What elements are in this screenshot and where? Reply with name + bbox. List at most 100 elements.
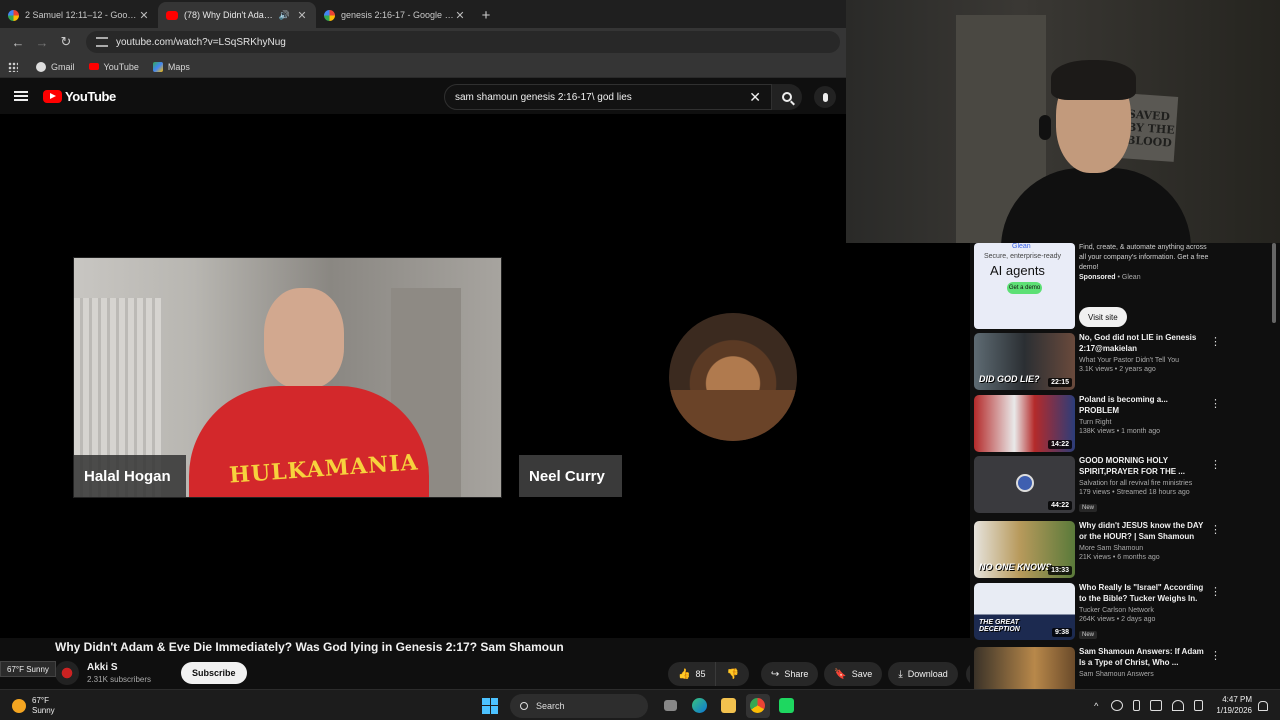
- video-thumbnail[interactable]: 14:22: [974, 395, 1075, 452]
- clear-search-icon[interactable]: ✕: [749, 89, 761, 106]
- list-item[interactable]: DID GOD LIE? 22:15 No, God did not LIE i…: [974, 333, 1274, 391]
- visit-site-button[interactable]: Visit site: [1079, 307, 1127, 327]
- bookmark-gmail[interactable]: Gmail: [36, 61, 75, 72]
- search-input[interactable]: sam shamoun genesis 2:16-17\ god lies ✕: [444, 84, 772, 110]
- channel-name[interactable]: Akki S: [87, 662, 151, 673]
- share-button[interactable]: ↪ Share: [760, 662, 819, 686]
- display-icon[interactable]: [1150, 700, 1163, 711]
- search-button[interactable]: [772, 84, 802, 110]
- more-vert-icon[interactable]: ⋮: [1210, 458, 1221, 471]
- channel-name[interactable]: Tucker Carlson Network: [1079, 607, 1209, 614]
- thumbnail-text: DID GOD LIE?: [979, 374, 1040, 384]
- video-title[interactable]: Poland is becoming a... PROBLEM: [1079, 395, 1209, 417]
- sponsored-ad[interactable]: Glean Secure, enterprise-ready AI agents…: [974, 243, 1274, 329]
- address-bar[interactable]: youtube.com/watch?v=LSqSRKhyNug: [86, 31, 840, 53]
- more-vert-icon[interactable]: ⋮: [1210, 523, 1221, 536]
- recommendations-sidebar: Glean Secure, enterprise-ready AI agents…: [970, 243, 1280, 689]
- more-vert-icon[interactable]: ⋮: [1210, 585, 1221, 598]
- video-title[interactable]: Sam Shamoun Answers: If Adam Is a Type o…: [1079, 647, 1209, 669]
- video-thumbnail[interactable]: NO ONE KNOWS 13:33: [974, 521, 1075, 578]
- like-button[interactable]: 👍 85: [668, 662, 717, 686]
- voice-search-button[interactable]: [814, 86, 836, 108]
- video-title[interactable]: Why didn't JESUS know the DAY or the HOU…: [1079, 521, 1209, 543]
- video-thumbnail[interactable]: 44:22: [974, 456, 1075, 513]
- scrollbar-thumb[interactable]: [1272, 243, 1276, 323]
- list-item[interactable]: NO ONE KNOWS 13:33 Why didn't JESUS know…: [974, 521, 1274, 579]
- list-item[interactable]: Sam Shamoun Answers: If Adam Is a Type o…: [974, 647, 1274, 689]
- save-button[interactable]: 🔖 Save: [824, 662, 883, 686]
- update-icon[interactable]: [1111, 700, 1124, 711]
- video-info: GOOD MORNING HOLY SPIRIT,PRAYER FOR THE …: [1079, 456, 1209, 514]
- download-arrow-icon: ⤓: [898, 668, 903, 680]
- list-item[interactable]: 14:22 Poland is becoming a... PROBLEM Tu…: [974, 395, 1274, 453]
- video-title[interactable]: No, God did not LIE in Genesis 2:17@maki…: [1079, 333, 1209, 355]
- url-text: youtube.com/watch?v=LSqSRKhyNug: [116, 36, 286, 48]
- youtube-logo[interactable]: YouTube: [43, 89, 116, 104]
- tab-youtube-video[interactable]: (78) Why Didn't Adam & Ev 🔊 ✕: [158, 2, 316, 28]
- tab-samuel-search[interactable]: 2 Samuel 12:11–12 - Google Se ✕: [0, 2, 158, 28]
- sidebar-scrollbar[interactable]: [1270, 243, 1278, 683]
- dislike-button[interactable]: 👎: [716, 662, 749, 686]
- more-vert-icon[interactable]: ⋮: [1210, 649, 1221, 662]
- list-item[interactable]: THE GREAT DECEPTION 9:38 Who Really Is "…: [974, 583, 1274, 641]
- taskbar-search[interactable]: Search: [510, 693, 648, 718]
- chrome-icon[interactable]: [745, 693, 770, 718]
- youtube-play-icon: [43, 90, 62, 103]
- close-tab-icon[interactable]: ✕: [138, 9, 150, 22]
- task-view-icon[interactable]: [659, 694, 683, 718]
- apps-grid-icon[interactable]: [8, 61, 18, 72]
- channel-avatar[interactable]: [55, 661, 79, 685]
- file-explorer-icon[interactable]: [717, 694, 741, 718]
- back-arrow-icon[interactable]: ←: [6, 30, 30, 54]
- video-title[interactable]: GOOD MORNING HOLY SPIRIT,PRAYER FOR THE …: [1079, 456, 1209, 478]
- chevron-up-icon[interactable]: ^: [1094, 701, 1098, 711]
- close-tab-icon[interactable]: ✕: [454, 9, 466, 22]
- edge-icon[interactable]: [688, 694, 712, 718]
- clock[interactable]: 4:47 PM 1/19/2026: [1216, 695, 1252, 717]
- video-title[interactable]: Who Really Is "Israel" According to the …: [1079, 583, 1209, 605]
- windows-start-icon[interactable]: [482, 697, 498, 714]
- list-item[interactable]: 44:22 GOOD MORNING HOLY SPIRIT,PRAYER FO…: [974, 456, 1274, 514]
- more-vert-icon[interactable]: ⋮: [1210, 335, 1221, 348]
- weather-widget[interactable]: 67°F Sunny: [12, 696, 55, 716]
- subscribe-button[interactable]: Subscribe: [181, 662, 247, 684]
- microphone-icon[interactable]: [1133, 700, 1141, 711]
- channel-name[interactable]: More Sam Shamoun: [1079, 545, 1209, 552]
- bookmark-maps[interactable]: Maps: [152, 61, 190, 72]
- maps-icon: [152, 61, 163, 72]
- windows-taskbar: 67°F Sunny Search ^ 4:47 PM 1/19/2026: [0, 689, 1280, 720]
- channel-name[interactable]: What Your Pastor Didn't Tell You: [1079, 357, 1209, 364]
- video-thumbnail[interactable]: [974, 647, 1075, 689]
- thumbs-up-icon: 👍: [678, 668, 691, 680]
- video-info: Poland is becoming a... PROBLEM Turn Rig…: [1079, 395, 1209, 435]
- video-info: Sam Shamoun Answers: If Adam Is a Type o…: [1079, 647, 1209, 678]
- download-button[interactable]: ⤓ Download: [888, 662, 958, 686]
- new-tab-plus-icon[interactable]: +: [474, 2, 498, 28]
- ad-thumbnail[interactable]: Glean Secure, enterprise-ready AI agents…: [974, 243, 1075, 329]
- video-player[interactable]: HULKAMANIA Halal Hogan Neel Curry: [0, 114, 970, 638]
- bookmark-label: YouTube: [103, 61, 139, 72]
- wifi-icon[interactable]: [1172, 700, 1185, 711]
- video-thumbnail[interactable]: DID GOD LIE? 22:15: [974, 333, 1075, 390]
- menu-hamburger-icon[interactable]: [14, 91, 28, 101]
- more-vert-icon[interactable]: ⋮: [1210, 397, 1221, 410]
- headphone-icon: [1039, 115, 1051, 140]
- green-app-icon[interactable]: [775, 694, 799, 718]
- duration-badge: 44:22: [1048, 501, 1072, 510]
- participant-name-2: Neel Curry: [519, 455, 622, 497]
- bookmark-label: Maps: [167, 61, 190, 72]
- close-tab-icon[interactable]: ✕: [296, 9, 308, 22]
- speaker-icon[interactable]: 🔊: [279, 10, 290, 21]
- channel-name[interactable]: Sam Shamoun Answers: [1079, 671, 1209, 678]
- video-thumbnail[interactable]: THE GREAT DECEPTION 9:38: [974, 583, 1075, 640]
- site-info-icon[interactable]: [96, 37, 108, 47]
- tab-title: 2 Samuel 12:11–12 - Google Se: [25, 10, 138, 20]
- forward-arrow-icon[interactable]: →: [30, 30, 54, 54]
- volume-icon[interactable]: [1194, 700, 1204, 711]
- channel-name[interactable]: Turn Right: [1079, 419, 1209, 426]
- tab-genesis-search[interactable]: genesis 2:16-17 - Google Searc ✕: [316, 2, 474, 28]
- notification-bell-icon[interactable]: [1258, 700, 1268, 711]
- reload-icon[interactable]: ↻: [54, 30, 78, 54]
- bookmark-youtube[interactable]: YouTube: [88, 61, 139, 72]
- channel-name[interactable]: Salvation for all revival fire ministrie…: [1079, 480, 1209, 487]
